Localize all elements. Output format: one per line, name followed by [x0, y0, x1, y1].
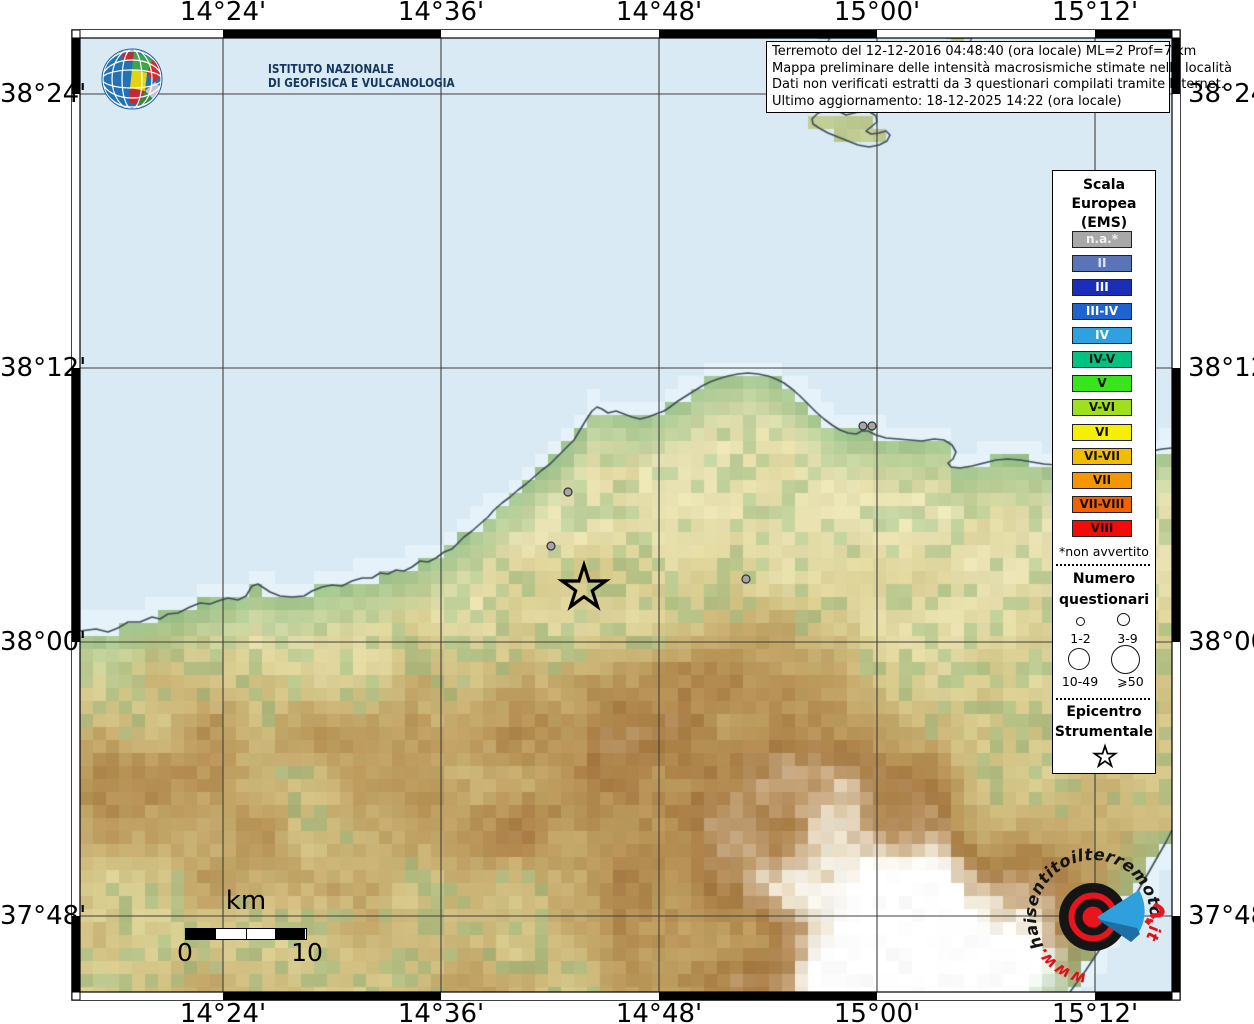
axis-label-left-1: 38°24'	[0, 79, 66, 109]
questionnaire-size-icon-4	[1111, 645, 1140, 674]
axis-label-bottom-5: 15°12'	[1035, 999, 1155, 1024]
scalebar-start-label: 0	[163, 938, 207, 967]
intensity-chip-vii: VII	[1072, 472, 1132, 489]
legend-divider	[1056, 564, 1150, 566]
macroseismic-map-page: www.haisentitoilterremoto.it ? 14°24' 14…	[0, 0, 1254, 1024]
axis-label-right-3: 38°00'	[1188, 627, 1254, 657]
intensity-chip-vi: VI	[1072, 424, 1132, 441]
intensity-chip-v: V	[1072, 375, 1132, 392]
intensity-chip-viii: VIII	[1072, 520, 1132, 537]
questionnaire-title-line-1: Numero	[1053, 571, 1155, 587]
event-info-line-1: Terremoto del 12-12-2016 04:48:40 (ora l…	[772, 44, 1164, 61]
axis-label-bottom-2: 14°36'	[381, 999, 501, 1024]
event-info-line-4: Ultimo aggiornamento: 18-12-2025 14:22 (…	[772, 94, 1164, 111]
legend-title-line-3: (EMS)	[1053, 215, 1155, 231]
epicenter-title-line-2: Strumentale	[1053, 724, 1155, 740]
legend-panel: Scala Europea (EMS) n.a.* II III III-IV …	[1052, 170, 1156, 774]
event-info-line-2: Mappa preliminare delle intensità macros…	[772, 61, 1164, 78]
intensity-chip-vii-viii: VII-VIII	[1072, 496, 1132, 513]
ingv-globe-icon	[100, 48, 164, 112]
intensity-chip-iv-v: IV-V	[1072, 351, 1132, 368]
questionnaire-size-label-4: ⩾50	[1108, 674, 1153, 689]
intensity-chip-iv: IV	[1072, 327, 1132, 344]
questionnaire-size-label-1: 1-2	[1058, 631, 1103, 646]
axis-label-top-2: 14°36'	[381, 0, 501, 27]
axis-label-bottom-4: 15°00'	[817, 999, 937, 1024]
questionnaire-size-icon-1	[1076, 617, 1085, 626]
intensity-chip-vi-vii: VI-VII	[1072, 448, 1132, 465]
axis-label-top-1: 14°24'	[163, 0, 283, 27]
axis-label-left-2: 38°12'	[0, 353, 66, 383]
axis-label-bottom-1: 14°24'	[163, 999, 283, 1024]
intensity-chip-iii: III	[1072, 279, 1132, 296]
intensity-chip-ii: II	[1072, 255, 1132, 272]
ingv-logo: ISTITUTO NAZIONALE DI GEOFISICA E VULCAN…	[98, 46, 418, 112]
questionnaire-title-line-2: questionari	[1053, 592, 1155, 608]
legend-title-line-2: Europea	[1053, 196, 1155, 212]
axis-label-right-2: 38°12'	[1188, 353, 1254, 383]
questionnaire-size-icon-3	[1068, 648, 1090, 670]
terrain-canvas	[80, 38, 1172, 992]
legend-title-line-1: Scala	[1053, 177, 1155, 193]
questionnaire-size-label-2: 3-9	[1105, 631, 1150, 646]
event-info-box: Terremoto del 12-12-2016 04:48:40 (ora l…	[766, 41, 1170, 113]
questionnaire-size-label-3: 10-49	[1055, 674, 1105, 689]
ingv-name-line-1: ISTITUTO NAZIONALE	[268, 61, 394, 76]
event-info-line-3: Dati non verificati estratti da 3 questi…	[772, 77, 1164, 94]
legend-divider	[1056, 698, 1150, 700]
intensity-chip-v-vi: V-VI	[1072, 399, 1132, 416]
axis-label-left-4: 37°48'	[0, 901, 66, 931]
axis-label-bottom-3: 14°48'	[599, 999, 719, 1024]
intensity-chip-na: n.a.*	[1072, 231, 1132, 248]
epicenter-legend-star-icon	[1089, 743, 1121, 771]
axis-label-right-4: 37°48'	[1188, 901, 1254, 931]
scalebar-unit-label: km	[211, 886, 281, 916]
axis-label-top-5: 15°12'	[1035, 0, 1155, 27]
legend-footnote: *non avvertito	[1053, 544, 1155, 559]
intensity-chip-iii-iv: III-IV	[1072, 303, 1132, 320]
ingv-name-line-2: DI GEOFISICA E VULCANOLOGIA	[268, 75, 455, 90]
axis-label-top-3: 14°48'	[599, 0, 719, 27]
questionnaire-size-icon-2	[1117, 613, 1130, 626]
axis-label-left-3: 38°00'	[0, 627, 66, 657]
scalebar-end-label: 10	[285, 938, 329, 967]
axis-label-top-4: 15°00'	[817, 0, 937, 27]
epicenter-title-line-1: Epicentro	[1053, 704, 1155, 720]
